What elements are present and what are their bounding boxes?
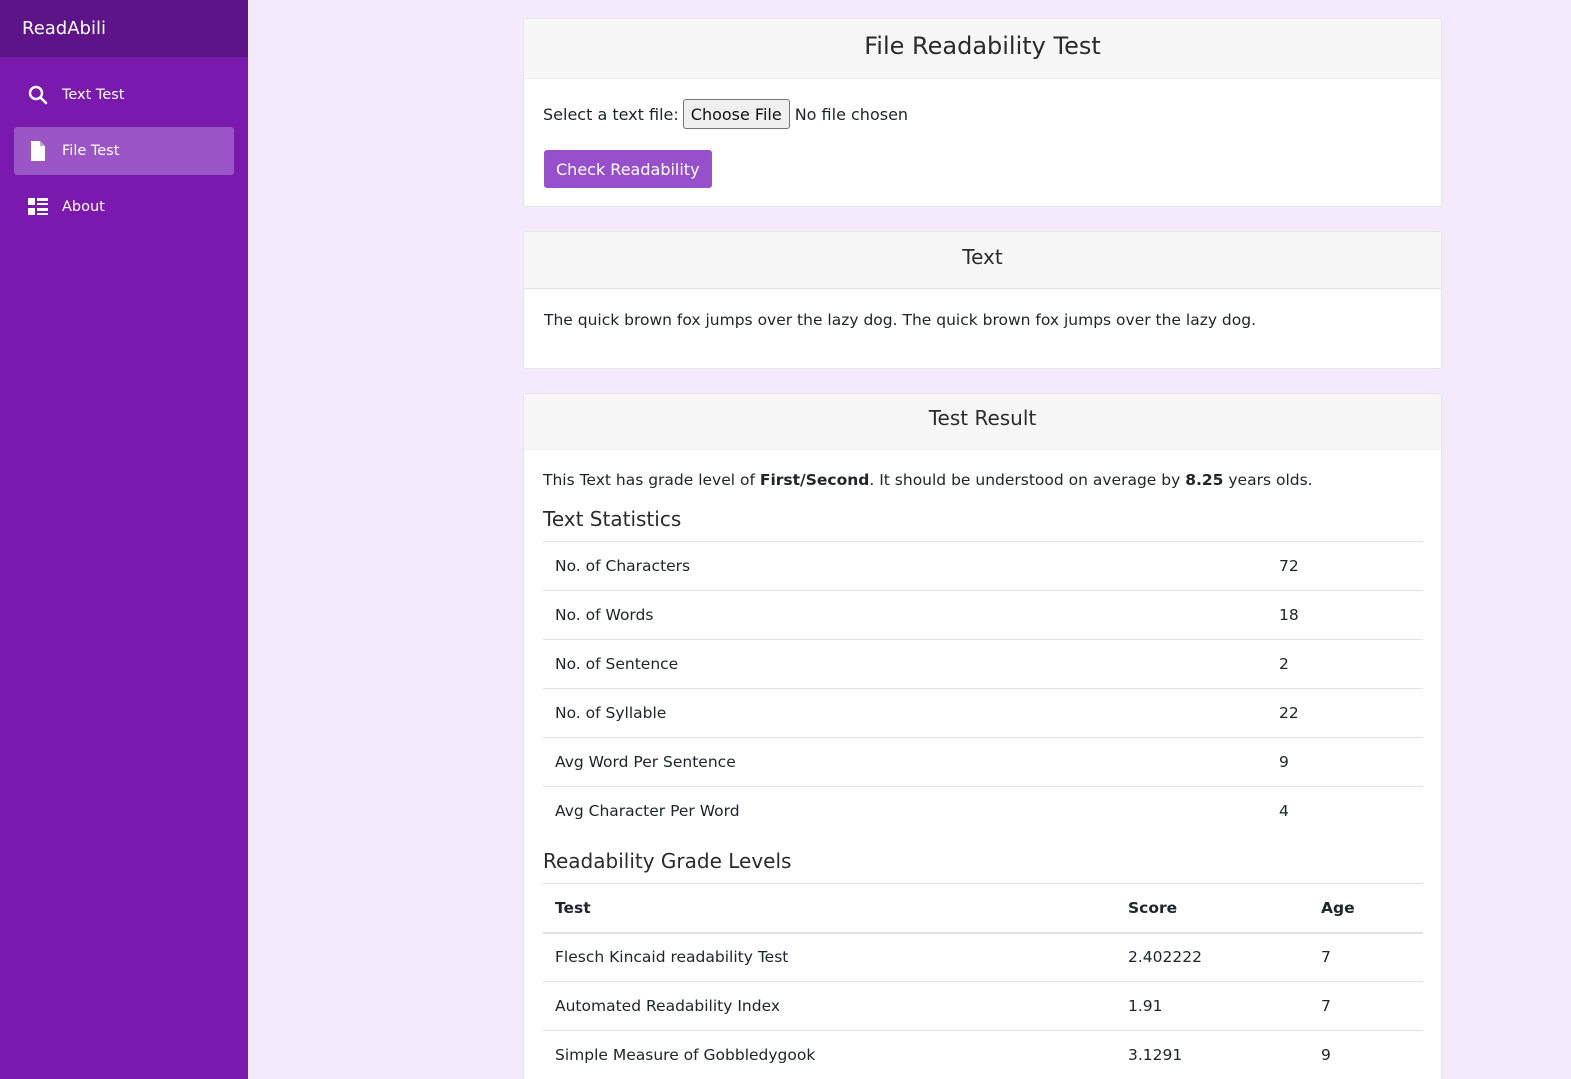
test-age: 9 [1309,1030,1423,1079]
test-result-card: Test Result This Text has grade level of… [523,393,1442,1079]
grade-levels-table: Test Score Age Flesch Kincaid readabilit… [543,883,1423,1079]
stat-value: 2 [1267,639,1423,689]
stat-label: No. of Syllable [543,688,1267,738]
sidebar-item-label: About [62,199,105,215]
column-header-age: Age [1309,883,1423,934]
column-header-test: Test [543,883,1116,934]
test-age: 7 [1309,981,1423,1031]
test-score: 1.91 [1116,981,1309,1031]
brand-title[interactable]: ReadAbili [0,0,248,57]
stat-value: 72 [1267,541,1423,591]
file-readability-card: File Readability Test Select a text file… [523,18,1442,207]
sidebar-item-text-test[interactable]: Text Test [14,71,234,119]
check-readability-button[interactable]: Check Readability [544,150,712,188]
table-row: No. of Characters 72 [543,541,1423,591]
stat-value: 22 [1267,688,1423,738]
stat-label: Avg Character Per Word [543,786,1267,836]
list-icon [28,197,48,217]
sidebar-item-about[interactable]: About [14,183,234,231]
table-row: No. of Syllable 22 [543,688,1423,738]
stat-label: No. of Sentence [543,639,1267,689]
table-row: No. of Words 18 [543,590,1423,640]
result-summary: This Text has grade level of First/Secon… [543,471,1313,489]
table-row: Avg Word Per Sentence 9 [543,737,1423,787]
summary-prefix: This Text has grade level of [543,471,760,489]
text-content: The quick brown fox jumps over the lazy … [544,311,1257,329]
card-title: Text [524,232,1441,289]
grade-levels-title: Readability Grade Levels [543,849,792,873]
average-age: 8.25 [1185,471,1224,489]
column-header-score: Score [1116,883,1309,934]
stat-label: No. of Words [543,590,1267,640]
file-select-label: Select a text file: [543,104,679,124]
table-row: Flesch Kincaid readability Test 2.402222 7 [543,932,1423,982]
text-card: Text The quick brown fox jumps over the … [523,231,1442,369]
stat-value: 4 [1267,786,1423,836]
search-icon [28,85,48,105]
test-age: 7 [1309,932,1423,982]
test-score: 3.1291 [1116,1030,1309,1079]
table-row: No. of Sentence 2 [543,639,1423,689]
text-statistics-table: No. of Characters 72 No. of Words 18 No. o… [543,541,1423,836]
test-score: 2.402222 [1116,932,1309,982]
sidebar-item-label: File Test [62,143,120,159]
table-row: Simple Measure of Gobbledygook 3.1291 9 [543,1030,1423,1079]
summary-suffix: years olds. [1223,471,1313,489]
stat-label: No. of Characters [543,541,1267,591]
sidebar: ReadAbili Text Test File Test About [0,0,248,1079]
sidebar-item-file-test[interactable]: File Test [14,127,234,175]
table-row: Avg Character Per Word 4 [543,786,1423,836]
card-title: Test Result [524,394,1441,450]
grade-level: First/Second [759,471,870,489]
summary-middle: . It should be understood on average by [869,471,1186,489]
sidebar-item-label: Text Test [62,87,125,103]
test-name: Simple Measure of Gobbledygook [543,1030,1116,1079]
stat-value: 18 [1267,590,1423,640]
test-name: Flesch Kincaid readability Test [543,932,1116,982]
file-input-row: Select a text file: Choose File No file … [543,99,908,129]
stat-value: 9 [1267,737,1423,787]
choose-file-button[interactable]: Choose File [682,99,790,129]
sidebar-nav: Text Test File Test About [0,57,248,231]
table-row: Automated Readability Index 1.91 7 [543,981,1423,1031]
file-icon [28,141,48,161]
test-name: Automated Readability Index [543,981,1116,1031]
no-file-text: No file chosen [794,104,909,124]
text-statistics-title: Text Statistics [543,507,682,531]
stat-label: Avg Word Per Sentence [543,737,1267,787]
table-header-row: Test Score Age [543,883,1423,934]
card-title: File Readability Test [524,19,1441,79]
